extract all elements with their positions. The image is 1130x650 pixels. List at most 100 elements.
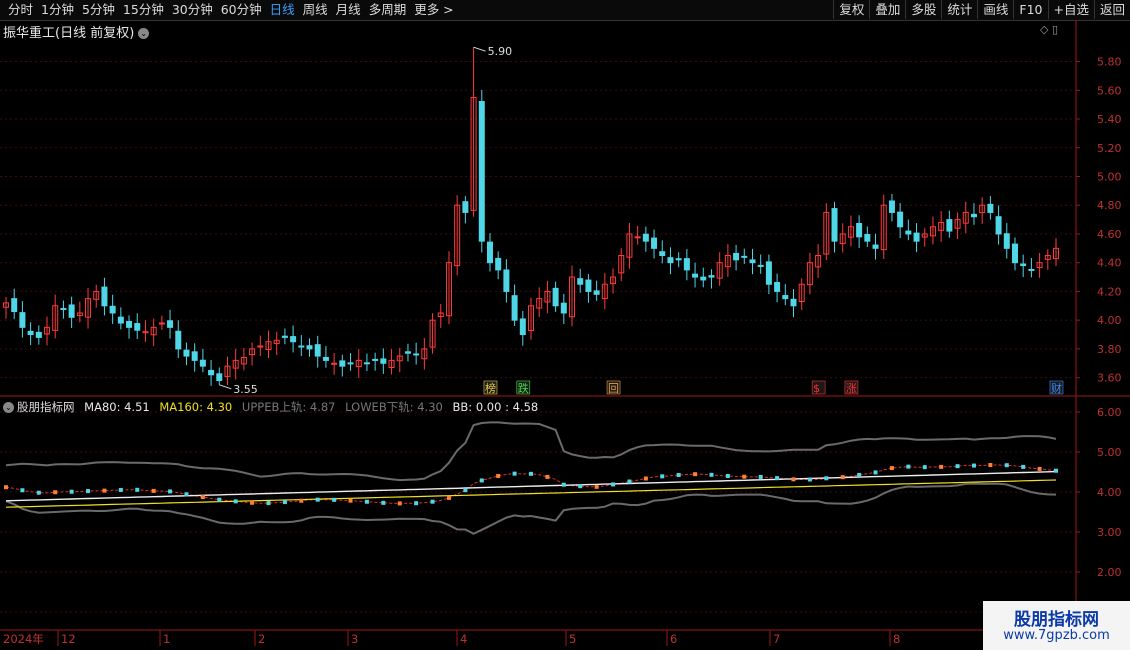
indicator-name: 股朋指标网 [17,400,75,414]
candle-body [158,322,165,325]
indicator-tick-label: 5.00 [1097,446,1122,459]
candle-body [651,237,658,249]
candle-body [675,258,682,261]
candle-body [1003,233,1010,249]
indicator-mark [36,490,41,495]
candle-body [511,295,518,321]
price-tick-label: 5.00 [1097,170,1122,183]
price-tick-label: 3.60 [1097,372,1122,385]
candle-body [864,234,871,242]
candle-body [109,305,116,314]
indicator-mark [922,465,927,470]
date-label: 4 [460,632,467,646]
candle-body [634,236,641,239]
indicator-mark [1004,463,1009,468]
indicator-mark [151,488,156,493]
low-pointer [219,384,232,390]
candle-body [888,200,895,213]
indicator-tick-label: 4.00 [1097,486,1122,499]
candle-body [331,362,338,365]
indicator-tick-label: 2.00 [1097,566,1122,579]
candle-body [503,269,510,292]
price-tick-label: 5.80 [1097,56,1122,69]
candle-body [872,244,879,249]
chart-canvas[interactable]: 5.90 3.55 榜 跌 回 $ 涨 财 5.80 5.60 5.40 5.20 5.00 4.80 4… [0,0,1130,650]
candle-body [593,290,600,295]
indicator-mark [315,497,320,502]
indicator-mark [775,476,780,481]
indicator-mark [446,495,451,500]
candle-body [905,230,912,235]
date-label: 3 [351,632,358,646]
indicator-mark [479,478,484,483]
indicator-mark [135,487,140,492]
candle-body [216,373,223,382]
candle-body [552,287,559,307]
candle-body [692,273,699,278]
indicator-mark [4,485,8,490]
indicator-mark [611,482,616,487]
indicator-mark [889,466,894,471]
indicator-mark [348,498,353,503]
indicator-mark [430,499,435,504]
indicator-mark [971,463,976,468]
candle-body [306,345,313,350]
bb-readout: BB: 0.00 : 4.58 [452,400,539,414]
indicator-mark [299,498,304,503]
candle-body [560,302,567,314]
high-pointer [473,46,486,52]
indicator-title: ⌄ 股朋指标网 MA80: 4.51 MA160: 4.30 UPPEB上轨: 4… [3,399,544,415]
price-tick-label: 4.20 [1097,285,1122,298]
candle-body [970,213,977,218]
candle-body [126,320,133,328]
indicator-mark [381,500,386,505]
lower-band [5,482,1057,535]
indicator-mark [725,474,730,478]
candle-body [946,219,953,232]
ma80-readout: MA80: 4.51 [84,400,150,414]
indicator-mark [578,484,583,489]
candle-body [27,330,34,336]
candle-body [199,359,206,367]
indicator-mark [397,501,402,506]
candle-body [314,344,321,357]
price-tick-label: 3.80 [1097,343,1122,356]
candle-body [19,312,26,328]
indicator-mark [282,500,287,505]
indicator-mark [955,464,960,469]
indicator-dropdown-icon[interactable]: ⌄ [3,402,14,413]
candle-body [749,259,756,264]
indicator-mark [939,464,944,469]
indicator-mark [594,484,599,489]
ma160-line [5,479,1057,508]
candle-body [134,323,141,331]
candle-body [790,298,797,307]
event-marker: 涨 [846,382,857,395]
indicator-mark [873,470,878,475]
candle-body [191,351,198,361]
indicator-mark [512,471,517,476]
price-tick-label: 4.00 [1097,314,1122,327]
candle-body [913,232,920,242]
price-tick-label: 5.20 [1097,142,1122,155]
indicator-mark [693,472,698,477]
candle-body [298,345,305,348]
indicator-mark [758,474,763,479]
indicator-mark [857,472,862,477]
candle-body [757,264,764,267]
date-label: 12 [61,632,76,646]
candle-body [995,216,1002,235]
price-tick-label: 4.60 [1097,228,1122,241]
indicator-mark [53,490,58,495]
candle-body [281,335,288,338]
ma80-line [5,470,1057,502]
candle-body [1011,243,1018,264]
candle-body [363,362,370,365]
candle-body [60,307,67,310]
candle-body [117,316,124,324]
candle-body [519,318,526,336]
indicator-mark [627,479,632,484]
low-label: 3.55 [233,383,258,396]
candle-body [987,203,994,213]
indicator-mark [168,489,173,494]
